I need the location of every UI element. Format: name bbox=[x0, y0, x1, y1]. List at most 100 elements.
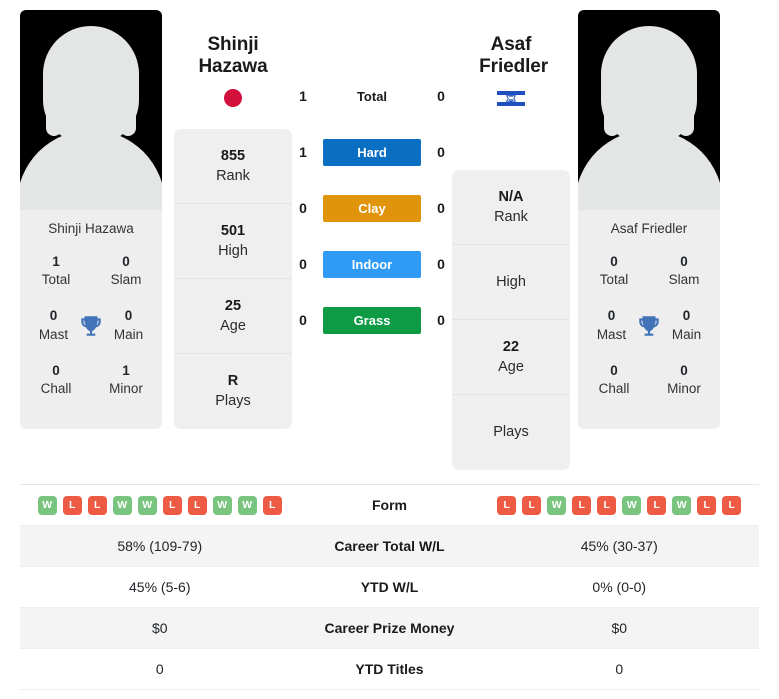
avatar-ear-left bbox=[604, 102, 620, 136]
avatar-ear-left bbox=[46, 102, 62, 136]
right-age-cell: 22 Age bbox=[452, 320, 570, 395]
right-player-info-column: Asaf Friedler N/A Rank High 22 Age Plays bbox=[452, 10, 570, 470]
left-slam-label: Slam bbox=[110, 272, 142, 288]
right-titles-row-2: 0 Mast 0 Main bbox=[588, 298, 710, 352]
left-player-first-name: Shinji bbox=[207, 34, 259, 55]
left-mast-titles: 0 Mast bbox=[32, 307, 75, 343]
avatar-ear-right bbox=[120, 102, 136, 136]
avatar-body bbox=[578, 130, 720, 210]
left-titles-row-2: 0 Mast 0 Main bbox=[30, 298, 152, 352]
right-minor-value: 0 bbox=[680, 362, 688, 378]
left-trophy-icon-wrap bbox=[75, 313, 107, 339]
trophy-icon bbox=[81, 315, 101, 336]
form-badge-w: W bbox=[237, 495, 257, 515]
left-player-photo-card[interactable]: Shinji Hazawa 1 Total 0 Slam 0 Mast 0 Ma… bbox=[20, 10, 162, 430]
left-minor-value: 1 bbox=[122, 362, 130, 378]
right-plays-label: Plays bbox=[493, 424, 529, 441]
right-player-first-name: Asaf bbox=[490, 34, 532, 55]
h2h-clay-left-score: 0 bbox=[299, 200, 307, 216]
row-label-ytd-wl: YTD W/L bbox=[360, 579, 419, 595]
right-player-photo-card[interactable]: Asaf Friedler 0 Total 0 Slam 0 Mast 0 Ma… bbox=[578, 10, 720, 430]
left-player-titles-stats: 1 Total 0 Slam 0 Mast 0 Main 0 Chall 1 M… bbox=[20, 240, 162, 424]
comparison-stats-table: WLLWWLLWWL Form LLWLLWLWLL 58% (109-79) … bbox=[20, 484, 759, 690]
h2h-hard-right-score: 0 bbox=[437, 144, 445, 160]
form-badge-w: W bbox=[622, 495, 642, 515]
table-row-career-total-wl: 58% (109-79) Career Total W/L 45% (30-37… bbox=[20, 526, 759, 567]
left-age-label: Age bbox=[220, 317, 246, 334]
h2h-row-grass: 0 Grass 0 bbox=[292, 292, 452, 348]
right-main-value: 0 bbox=[682, 308, 691, 324]
right-player-name-block: Asaf Friedler bbox=[452, 10, 570, 108]
form-badge-l: L bbox=[597, 495, 617, 515]
right-chall-titles: 0 Chall bbox=[590, 362, 638, 398]
right-rank-cell: N/A Rank bbox=[452, 170, 570, 245]
surface-badge-indoor[interactable]: Indoor bbox=[323, 250, 421, 278]
right-total-label: Total bbox=[599, 272, 629, 288]
left-plays-cell: R Plays bbox=[174, 354, 292, 429]
left-age-value: 25 bbox=[224, 297, 242, 314]
h2h-total-label: Total bbox=[356, 88, 388, 104]
right-high-label: High bbox=[496, 273, 526, 290]
form-badge-l: L bbox=[162, 495, 182, 515]
right-player-column: Asaf Friedler 0 Total 0 Slam 0 Mast 0 Ma… bbox=[570, 10, 728, 430]
left-main-titles: 0 Main bbox=[107, 307, 150, 343]
right-plays-cell: Plays bbox=[452, 395, 570, 470]
left-minor-label: Minor bbox=[109, 381, 143, 397]
left-player-last-name: Hazawa bbox=[198, 56, 268, 78]
surface-badge-hard[interactable]: Hard bbox=[323, 138, 421, 166]
left-form-cell: WLLWWLLWWL bbox=[20, 495, 300, 515]
form-badge-l: L bbox=[697, 495, 717, 515]
h2h-clay-right-score: 0 bbox=[437, 200, 445, 216]
comparison-top-area: Shinji Hazawa 1 Total 0 Slam 0 Mast 0 Ma… bbox=[0, 0, 779, 478]
right-mast-titles: 0 Mast bbox=[590, 307, 633, 343]
left-player-info-column: Shinji Hazawa 855 Rank 501 High 25 Age R… bbox=[174, 10, 292, 429]
left-minor-titles: 1 Minor bbox=[102, 362, 150, 398]
h2h-total-left-score: 1 bbox=[299, 88, 307, 104]
form-badge-l: L bbox=[87, 495, 107, 515]
form-badge-l: L bbox=[497, 495, 517, 515]
left-high-value: 501 bbox=[220, 222, 246, 239]
avatar-body bbox=[20, 130, 162, 210]
surface-badge-grass[interactable]: Grass bbox=[323, 306, 421, 334]
h2h-row-hard: 1 Hard 0 bbox=[292, 124, 452, 180]
form-badge-w: W bbox=[112, 495, 132, 515]
right-mast-value: 0 bbox=[607, 308, 616, 324]
left-rank-value: 855 bbox=[220, 147, 246, 164]
right-player-titles-stats: 0 Total 0 Slam 0 Mast 0 Main 0 Chall 0 M… bbox=[578, 240, 720, 424]
left-mast-value: 0 bbox=[49, 308, 58, 324]
left-slam-value: 0 bbox=[122, 254, 130, 269]
right-minor-label: Minor bbox=[667, 381, 701, 397]
star-of-david-icon bbox=[505, 92, 517, 104]
form-badge-w: W bbox=[212, 495, 232, 515]
form-badge-l: L bbox=[722, 495, 742, 515]
right-player-stat-card: N/A Rank High 22 Age Plays bbox=[452, 169, 570, 470]
row-label-career-total-wl: Career Total W/L bbox=[334, 538, 445, 554]
left-player-column: Shinji Hazawa 1 Total 0 Slam 0 Mast 0 Ma… bbox=[12, 10, 170, 430]
left-plays-label: Plays bbox=[215, 393, 251, 410]
right-trophy-icon-wrap bbox=[633, 313, 665, 339]
table-row-ytd-titles: 0 YTD Titles 0 bbox=[20, 649, 759, 690]
h2h-row-clay: 0 Clay 0 bbox=[292, 180, 452, 236]
right-chall-value: 0 bbox=[610, 362, 618, 378]
h2h-row-total: 1 Total 0 bbox=[292, 68, 452, 124]
left-career-total-wl: 58% (109-79) bbox=[117, 538, 203, 554]
right-minor-titles: 0 Minor bbox=[660, 362, 708, 398]
h2h-indoor-right-score: 0 bbox=[437, 256, 445, 272]
form-badge-l: L bbox=[647, 495, 667, 515]
row-label-ytd-titles: YTD Titles bbox=[355, 661, 424, 677]
form-badge-l: L bbox=[62, 495, 82, 515]
table-row-ytd-wl: 45% (5-6) YTD W/L 0% (0-0) bbox=[20, 567, 759, 608]
surface-badge-clay[interactable]: Clay bbox=[323, 194, 421, 222]
left-total-value: 1 bbox=[52, 254, 60, 269]
left-player-photo bbox=[20, 10, 162, 210]
right-age-label: Age bbox=[498, 358, 524, 375]
table-row-career-prize-money: $0 Career Prize Money $0 bbox=[20, 608, 759, 649]
right-ytd-wl: 0% (0-0) bbox=[592, 579, 647, 595]
h2h-grass-right-score: 0 bbox=[437, 312, 445, 328]
right-rank-label: Rank bbox=[494, 208, 528, 225]
left-player-stat-card: 855 Rank 501 High 25 Age R Plays bbox=[174, 128, 292, 429]
left-plays-value: R bbox=[227, 373, 239, 390]
left-total-titles: 1 Total bbox=[32, 253, 80, 289]
japan-flag-icon bbox=[224, 88, 242, 107]
right-player-photo bbox=[578, 10, 720, 210]
